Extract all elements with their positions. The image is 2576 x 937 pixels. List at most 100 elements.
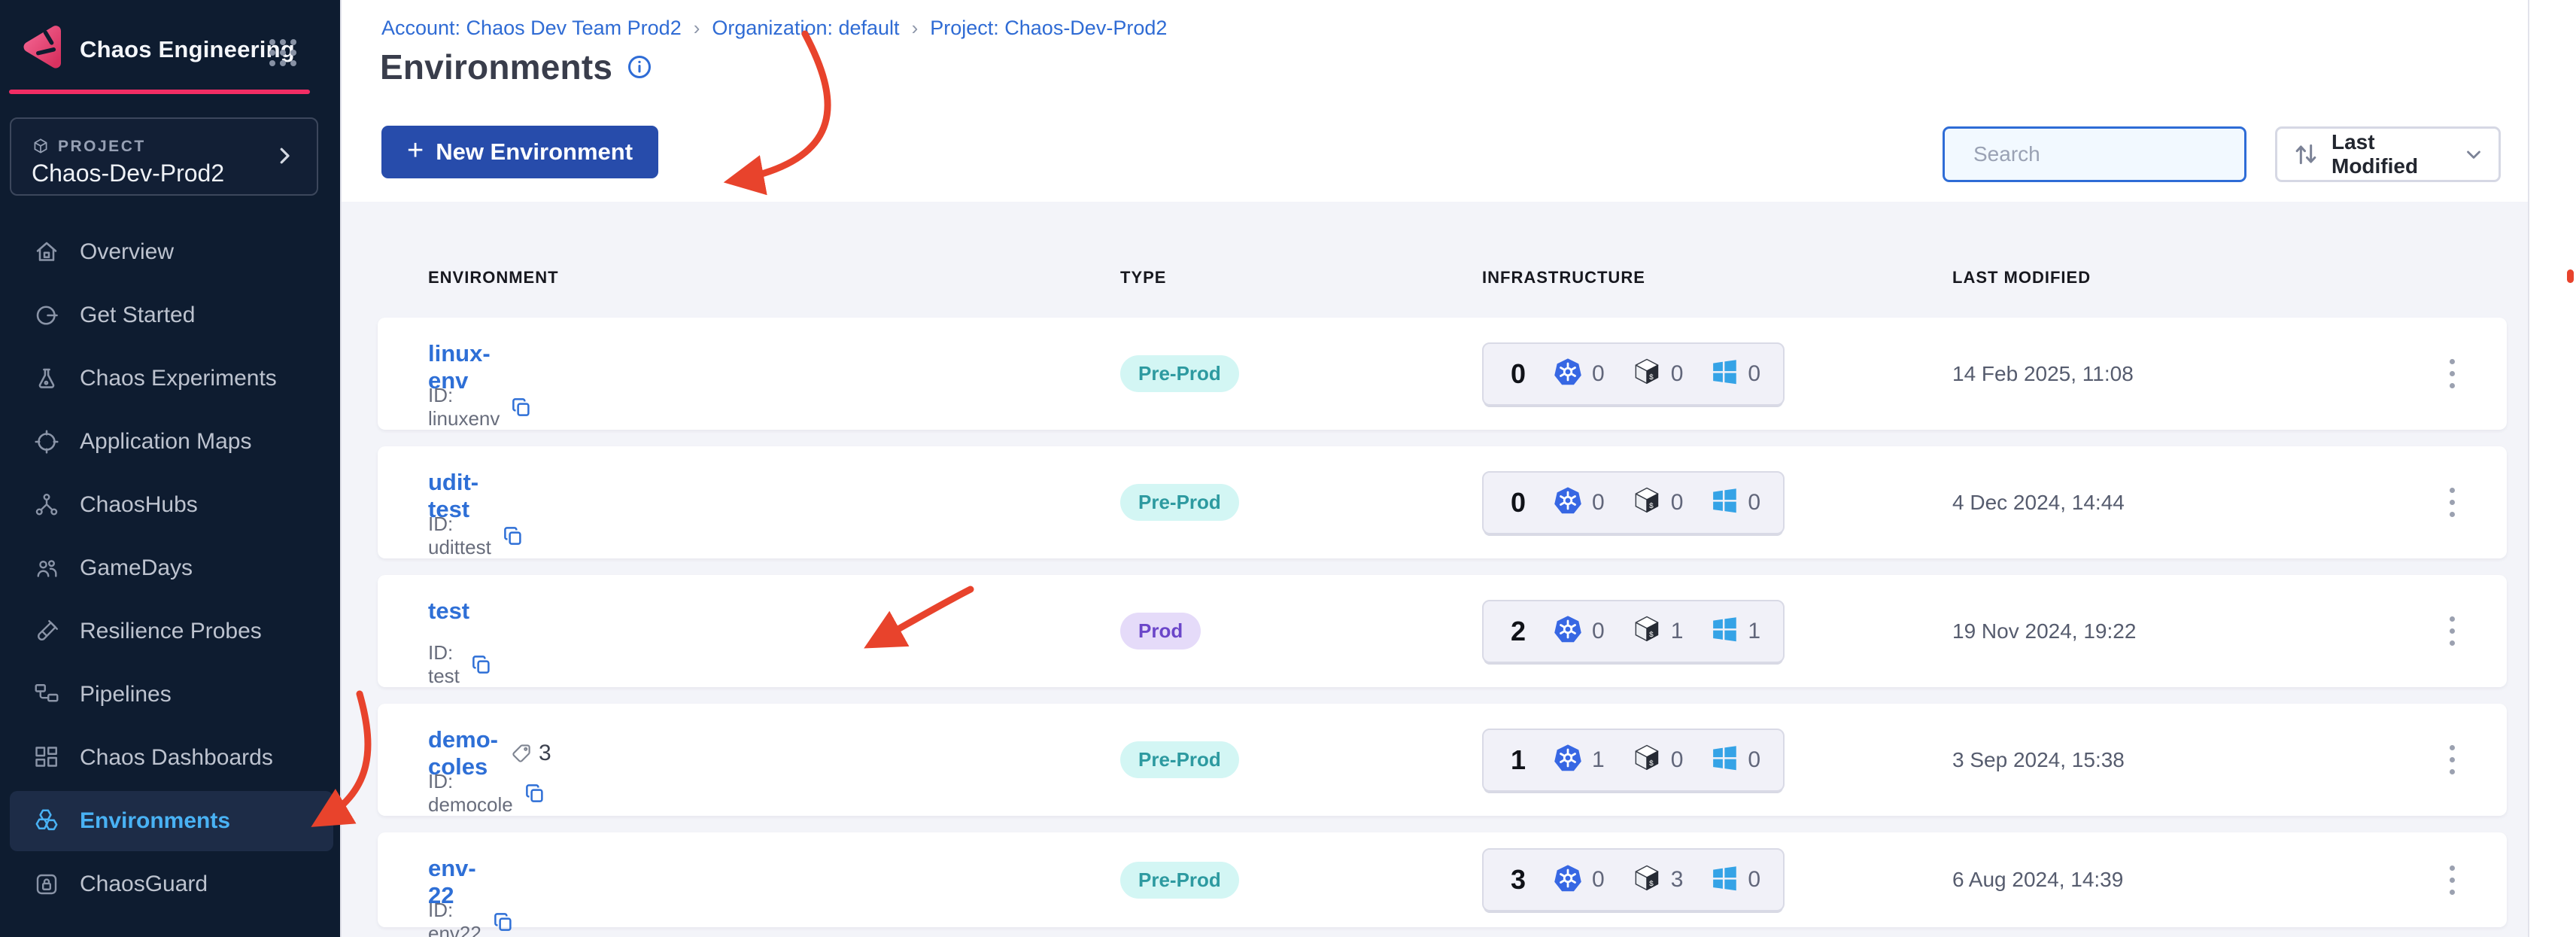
sidebar-nav: Overview Get Started Chaos Experiments A… [0,222,340,917]
windows-icon [1709,485,1740,520]
infrastructure-summary[interactable]: 2 0 $ 1 1 [1482,599,1785,663]
svg-text:$: $ [1649,879,1654,888]
copy-id-icon[interactable] [510,396,533,418]
type-badge: Prod [1120,613,1201,650]
last-modified-date: 3 Sep 2024, 15:38 [1952,747,2125,771]
kubernetes-count: 0 [1592,867,1605,892]
table-row[interactable]: test ID: test Prod 2 0 $ 1 1 19 Nov 2024… [378,575,2507,687]
annotation-fragment [2567,269,2574,283]
table-header-row: ENVIRONMENT TYPE INFRASTRUCTURE LAST MOD… [378,268,2507,291]
tag-count: 3 [539,741,551,765]
copy-id-icon[interactable] [492,911,515,933]
cube-icon [34,138,47,154]
sidebar-item-chaosguard[interactable]: ChaosGuard [0,854,340,914]
kubernetes-count: 0 [1592,489,1605,515]
infrastructure-summary[interactable]: 3 0 $ 3 0 [1482,848,1785,911]
infrastructure-summary[interactable]: 0 0 $ 0 0 [1482,342,1785,406]
sidebar-item-gamedays[interactable]: GameDays [0,538,340,598]
flask-icon [33,365,60,392]
windows-count: 0 [1748,489,1761,515]
infrastructure-total-count: 0 [1511,486,1526,518]
sidebar-item-chaos-dashboards[interactable]: Chaos Dashboards [0,728,340,788]
row-menu-button[interactable] [2439,348,2465,399]
infrastructure-total-count: 1 [1511,744,1526,775]
brand-header: Chaos Engineering [0,0,340,94]
table-row[interactable]: udit-test ID: udittest Pre-Prod 0 0 $ 0 … [378,446,2507,558]
sidebar-item-resilience-probes[interactable]: Resilience Probes [0,601,340,662]
search-input[interactable] [1972,141,2246,167]
plus-icon: + [407,134,424,166]
sidebar-item-chaoshubs[interactable]: ChaosHubs [0,475,340,535]
people-icon [33,555,60,582]
project-selector[interactable]: PROJECT Chaos-Dev-Prod2 [10,117,318,196]
linux-count: 0 [1670,747,1684,772]
search-box [1943,126,2246,182]
infrastructure-summary[interactable]: 0 0 $ 0 0 [1482,470,1785,534]
info-icon[interactable] [626,53,653,81]
network-icon [33,491,60,519]
environment-id: ID: linuxenv [428,384,500,430]
harness-chaos-logo-icon[interactable] [18,21,71,71]
project-name: Chaos-Dev-Prod2 [32,160,225,187]
copy-id-icon[interactable] [470,653,493,676]
sidebar-item-application-maps[interactable]: Application Maps [0,412,340,472]
main-area: Account: Chaos Dev Team Prod2 › Organiza… [340,0,2529,937]
infrastructure-total-count: 3 [1511,864,1526,895]
project-label: PROJECT [58,138,146,155]
last-modified-date: 14 Feb 2025, 11:08 [1952,361,2134,385]
breadcrumb-account[interactable]: Account: Chaos Dev Team Prod2 [381,17,682,40]
pipeline-icon [33,681,60,708]
row-menu-button[interactable] [2439,606,2465,656]
table-row[interactable]: linux-env ID: linuxenv Pre-Prod 0 0 $ 0 … [378,318,2507,430]
copy-id-icon[interactable] [524,782,546,805]
last-modified-date: 4 Dec 2024, 14:44 [1952,490,2125,514]
type-badge: Pre-Prod [1120,484,1239,521]
chevron-right-icon [280,148,290,164]
copy-id-icon[interactable] [502,525,524,547]
kubernetes-icon [1551,484,1584,521]
table-row[interactable]: demo-coles 3 ID: democole Pre-Prod 1 1 $… [378,704,2507,816]
tag-icon [512,744,530,762]
linux-count: 3 [1670,867,1684,892]
infrastructure-summary[interactable]: 1 1 $ 0 0 [1482,728,1785,792]
row-menu-button[interactable] [2439,477,2465,528]
product-title: Chaos Engineering [80,36,295,62]
right-gutter [2528,0,2576,937]
sidebar-item-environments[interactable]: Environments [10,791,333,851]
last-modified-date: 6 Aug 2024, 14:39 [1952,868,2124,891]
windows-count: 0 [1748,867,1761,892]
kubernetes-count: 0 [1592,618,1605,643]
row-menu-button[interactable] [2439,735,2465,785]
toolbar: + New Environment Last Modified [342,111,2529,203]
breadcrumb-organization[interactable]: Organization: default [712,17,899,40]
breadcrumb-project[interactable]: Project: Chaos-Dev-Prod2 [930,17,1167,40]
svg-text:$: $ [1649,502,1654,511]
sort-dropdown[interactable]: Last Modified [2275,126,2501,182]
windows-count: 1 [1748,618,1761,643]
sidebar-item-get-started[interactable]: Get Started [0,285,340,345]
table-row[interactable]: env-22 ID: env22 Pre-Prod 3 0 $ 3 0 6 Au… [378,832,2507,937]
get-started-icon [33,302,60,329]
sidebar-item-pipelines[interactable]: Pipelines [0,665,340,725]
environment-id: ID: democole [428,770,513,816]
new-environment-button[interactable]: + New Environment [381,126,659,178]
kubernetes-icon [1551,862,1584,899]
column-header-last-modified: LAST MODIFIED [1952,268,2091,287]
breadcrumb: Account: Chaos Dev Team Prod2 › Organiza… [381,17,1167,40]
kubernetes-icon [1551,613,1584,650]
environment-name-link[interactable]: test [428,598,469,625]
sidebar-item-chaos-experiments[interactable]: Chaos Experiments [0,348,340,409]
sidebar-item-overview[interactable]: Overview [0,222,340,282]
row-menu-button[interactable] [2439,855,2465,905]
page-header: Account: Chaos Dev Team Prod2 › Organiza… [342,0,2529,112]
infrastructure-total-count: 0 [1511,357,1526,389]
sidebar: Chaos Engineering PROJECT Chaos-Dev-Prod… [0,0,340,937]
tags-indicator: 3 [510,741,551,766]
kubernetes-icon [1551,741,1584,778]
linux-icon: $ [1630,355,1663,392]
module-switcher-icon[interactable] [269,39,304,69]
type-badge: Pre-Prod [1120,355,1239,392]
windows-icon [1709,613,1740,649]
windows-count: 0 [1748,361,1761,386]
breadcrumb-separator: › [911,17,919,39]
